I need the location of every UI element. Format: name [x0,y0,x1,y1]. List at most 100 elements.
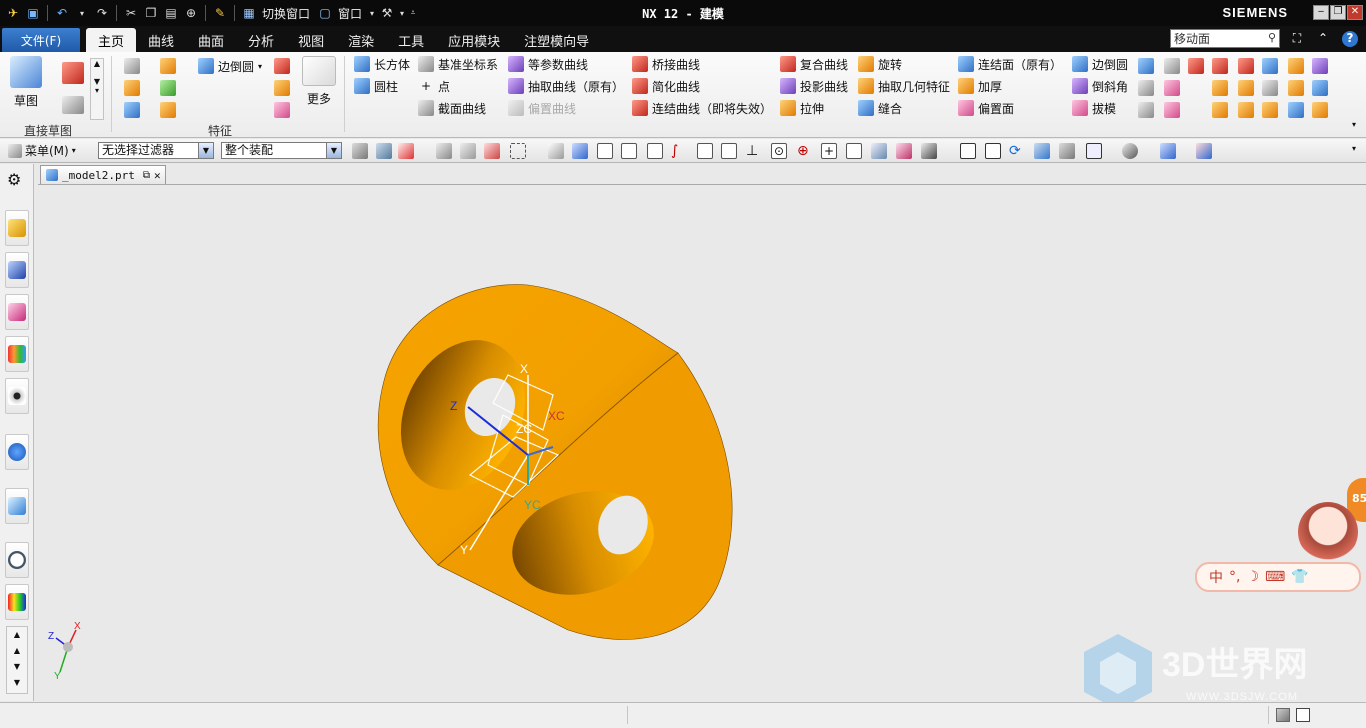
dropdown-icon[interactable]: ▾ [368,4,376,22]
tab-curve[interactable]: 曲线 [136,28,186,52]
dropdown-icon[interactable]: ▾ [73,4,91,22]
draft-button[interactable]: 拔模 [1072,98,1116,118]
ribbon-options-icon[interactable]: ▾ [1352,120,1356,129]
through-curves-icon[interactable] [1164,80,1180,96]
thicken-button[interactable]: 加厚 [958,76,1002,96]
synchronous-icon[interactable] [1212,102,1228,118]
copy-face-icon[interactable] [1312,80,1328,96]
intersect-icon[interactable] [1238,58,1254,74]
cut-icon[interactable]: ✂ [122,4,140,22]
system-materials-tab[interactable] [5,584,29,620]
revolve-icon[interactable] [124,80,140,96]
mirror-feature-icon[interactable] [1262,58,1278,74]
selection-filter-status-icon[interactable] [1276,708,1290,722]
control-point-icon[interactable] [697,143,713,159]
zoom-icon[interactable] [985,143,1001,159]
edit-section-icon[interactable] [1196,143,1212,159]
sew-button[interactable]: 缝合 [858,98,902,118]
intersection-point-icon[interactable] [721,143,737,159]
show-hide-icon[interactable] [548,143,564,159]
general-selection-icon[interactable] [352,143,368,159]
rotate-view-icon[interactable]: ⟳ [1009,143,1025,159]
redo-icon[interactable]: ↷ [93,4,111,22]
mid-point-icon[interactable] [647,143,663,159]
curve-point-icon[interactable]: ∫ [671,143,687,159]
hd3d-tools-tab[interactable] [5,434,29,470]
repeat-command-icon[interactable]: ⊕ [182,4,200,22]
window-icon[interactable]: ▢ [316,4,334,22]
selection-intent-icon[interactable] [398,143,414,159]
solid-body-icon[interactable] [572,143,588,159]
pattern-icon[interactable] [274,102,290,118]
studio-surface-icon[interactable] [1138,102,1154,118]
fullscreen-icon[interactable]: ⛶ [1289,31,1305,47]
switch-window-icon[interactable]: ▦ [240,4,258,22]
history-tab[interactable] [5,542,29,578]
tab-application[interactable]: 应用模块 [436,28,512,52]
graphics-window[interactable]: X Z XC ZC YC Y X Y Z [38,184,1366,701]
full-screen-status-icon[interactable] [1296,708,1310,722]
customize-qat-icon[interactable]: ⩡ [408,4,418,22]
tangent-point-icon[interactable]: ⊥ [746,143,762,159]
simplify-curve-button[interactable]: 简化曲线 [632,76,700,96]
select-by-feature-icon[interactable] [436,143,452,159]
subtract-icon[interactable] [1212,58,1228,74]
dropdown-icon[interactable]: ▾ [258,62,262,71]
bounded-plane-icon[interactable] [1164,58,1180,74]
arc-center-icon[interactable]: ⊙ [771,143,787,159]
tab-view[interactable]: 视图 [286,28,336,52]
extrude-icon[interactable] [160,58,176,74]
point-on-curve-icon[interactable] [846,143,862,159]
selection-scope-select[interactable]: 整个装配 ▼ [221,142,342,159]
skin-icon[interactable]: 👕 [1291,569,1308,585]
revolve-button[interactable]: 旋转 [858,54,902,74]
chamfer-button[interactable]: 倒斜角 [1072,76,1128,96]
sketch-plane-icon[interactable] [124,58,140,74]
rectangle-icon[interactable] [62,96,84,114]
existing-point-icon[interactable]: + [821,143,837,159]
chamfer-icon[interactable] [274,58,290,74]
unite-icon[interactable] [160,80,176,96]
linear-dimension-icon[interactable] [1288,102,1304,118]
profile-icon[interactable] [62,62,84,84]
orient-view-icon[interactable] [1122,143,1138,159]
select-by-body-icon[interactable] [460,143,476,159]
moon-icon[interactable]: ☽ [1246,569,1259,585]
pull-face-icon[interactable] [1238,102,1254,118]
perspective-icon[interactable] [1059,143,1075,159]
file-tab[interactable]: 文件(F) [2,28,80,52]
switch-window-button[interactable]: 切换窗口 [262,5,310,22]
group-face-icon[interactable] [1312,102,1328,118]
end-point-icon[interactable] [621,143,637,159]
ruled-icon[interactable] [1138,80,1154,96]
isoparametric-curve-button[interactable]: 等参数曲线 [508,54,588,74]
bounded-grid-icon[interactable] [896,143,912,159]
sketch-gallery-scroll[interactable]: ▲ ▼ ▾ [90,58,104,120]
edge-blend-button[interactable]: 边倒圆 ▾ [198,56,262,76]
tab-home[interactable]: 主页 [86,28,137,52]
model-canvas[interactable]: X Z XC ZC YC Y X Y Z [38,185,1366,702]
edge-blend-button-2[interactable]: 边倒圆 [1072,54,1128,74]
pan-icon[interactable] [1034,143,1050,159]
nx-logo-icon[interactable]: ✈ [4,4,22,22]
search-icon[interactable]: ⚲ [1268,31,1276,44]
extract-curve-button[interactable]: 抽取曲线（原有） [508,76,624,96]
assembly-navigator-tab[interactable] [5,210,29,246]
close-icon[interactable]: ✕ [154,169,161,182]
project-curve-button[interactable]: 投影曲线 [780,76,848,96]
tab-tools[interactable]: 工具 [386,28,436,52]
datum-csys-button[interactable]: 基准坐标系 [418,54,498,74]
reuse-library-tab[interactable] [5,336,29,372]
more-button[interactable]: 更多 [302,56,336,107]
help-icon[interactable]: ? [1342,31,1358,47]
toolbar-options-icon[interactable]: ▾ [1352,144,1356,153]
tab-mold-wizard[interactable]: 注塑模向导 [512,28,601,52]
tab-render[interactable]: 渲染 [336,28,386,52]
type-filter-select[interactable]: 无选择过滤器 ▼ [98,142,214,159]
draft-icon[interactable] [274,80,290,96]
quickpick-icon[interactable] [484,143,500,159]
web-browser-tab[interactable] [5,488,29,524]
document-tab[interactable]: _model2.prt ⧉ ✕ [40,165,166,184]
paste-icon[interactable]: ▤ [162,4,180,22]
offset-region-icon[interactable] [1212,80,1228,96]
